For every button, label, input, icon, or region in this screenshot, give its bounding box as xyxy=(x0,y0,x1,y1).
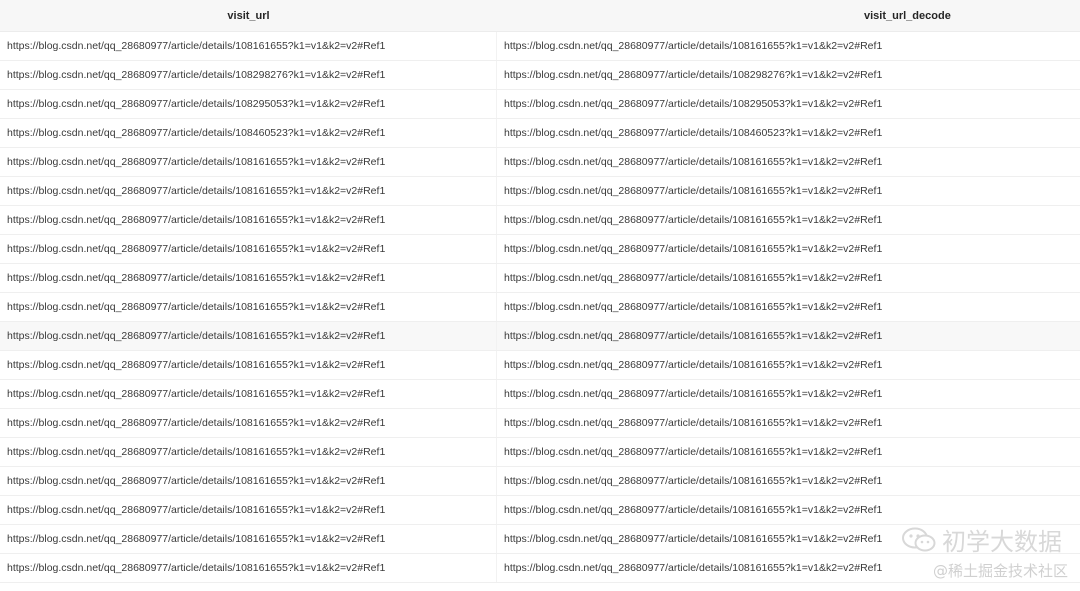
column-header-visit-url-decode[interactable]: visit_url_decode xyxy=(497,0,1080,31)
cell-visit-url-decode[interactable]: https://blog.csdn.net/qq_28680977/articl… xyxy=(497,322,1080,350)
table-row[interactable]: https://blog.csdn.net/qq_28680977/articl… xyxy=(0,32,1080,61)
cell-visit-url[interactable]: https://blog.csdn.net/qq_28680977/articl… xyxy=(0,322,497,350)
cell-visit-url-decode[interactable]: https://blog.csdn.net/qq_28680977/articl… xyxy=(497,525,1080,553)
cell-visit-url-decode[interactable]: https://blog.csdn.net/qq_28680977/articl… xyxy=(497,206,1080,234)
table-row[interactable]: https://blog.csdn.net/qq_28680977/articl… xyxy=(0,525,1080,554)
cell-visit-url-decode[interactable]: https://blog.csdn.net/qq_28680977/articl… xyxy=(497,32,1080,60)
cell-visit-url-decode[interactable]: https://blog.csdn.net/qq_28680977/articl… xyxy=(497,264,1080,292)
cell-visit-url[interactable]: https://blog.csdn.net/qq_28680977/articl… xyxy=(0,438,497,466)
cell-visit-url[interactable]: https://blog.csdn.net/qq_28680977/articl… xyxy=(0,467,497,495)
cell-visit-url-decode[interactable]: https://blog.csdn.net/qq_28680977/articl… xyxy=(497,61,1080,89)
cell-visit-url-decode[interactable]: https://blog.csdn.net/qq_28680977/articl… xyxy=(497,148,1080,176)
table-row[interactable]: https://blog.csdn.net/qq_28680977/articl… xyxy=(0,322,1080,351)
cell-visit-url[interactable]: https://blog.csdn.net/qq_28680977/articl… xyxy=(0,351,497,379)
table-row[interactable]: https://blog.csdn.net/qq_28680977/articl… xyxy=(0,438,1080,467)
table-row[interactable]: https://blog.csdn.net/qq_28680977/articl… xyxy=(0,148,1080,177)
table-row[interactable]: https://blog.csdn.net/qq_28680977/articl… xyxy=(0,380,1080,409)
cell-visit-url[interactable]: https://blog.csdn.net/qq_28680977/articl… xyxy=(0,206,497,234)
table-row[interactable]: https://blog.csdn.net/qq_28680977/articl… xyxy=(0,90,1080,119)
cell-visit-url[interactable]: https://blog.csdn.net/qq_28680977/articl… xyxy=(0,235,497,263)
table-row[interactable]: https://blog.csdn.net/qq_28680977/articl… xyxy=(0,119,1080,148)
cell-visit-url[interactable]: https://blog.csdn.net/qq_28680977/articl… xyxy=(0,409,497,437)
table-row[interactable]: https://blog.csdn.net/qq_28680977/articl… xyxy=(0,177,1080,206)
cell-visit-url[interactable]: https://blog.csdn.net/qq_28680977/articl… xyxy=(0,293,497,321)
table-row[interactable]: https://blog.csdn.net/qq_28680977/articl… xyxy=(0,235,1080,264)
table-row[interactable]: https://blog.csdn.net/qq_28680977/articl… xyxy=(0,61,1080,90)
cell-visit-url-decode[interactable]: https://blog.csdn.net/qq_28680977/articl… xyxy=(497,554,1080,582)
table-header: visit_url visit_url_decode xyxy=(0,0,1080,32)
cell-visit-url[interactable]: https://blog.csdn.net/qq_28680977/articl… xyxy=(0,177,497,205)
table-row[interactable]: https://blog.csdn.net/qq_28680977/articl… xyxy=(0,409,1080,438)
cell-visit-url-decode[interactable]: https://blog.csdn.net/qq_28680977/articl… xyxy=(497,380,1080,408)
cell-visit-url[interactable]: https://blog.csdn.net/qq_28680977/articl… xyxy=(0,496,497,524)
cell-visit-url-decode[interactable]: https://blog.csdn.net/qq_28680977/articl… xyxy=(497,90,1080,118)
data-table: visit_url visit_url_decode https://blog.… xyxy=(0,0,1080,583)
cell-visit-url-decode[interactable]: https://blog.csdn.net/qq_28680977/articl… xyxy=(497,496,1080,524)
cell-visit-url-decode[interactable]: https://blog.csdn.net/qq_28680977/articl… xyxy=(497,438,1080,466)
table-body: https://blog.csdn.net/qq_28680977/articl… xyxy=(0,32,1080,583)
table-row[interactable]: https://blog.csdn.net/qq_28680977/articl… xyxy=(0,496,1080,525)
cell-visit-url[interactable]: https://blog.csdn.net/qq_28680977/articl… xyxy=(0,32,497,60)
cell-visit-url[interactable]: https://blog.csdn.net/qq_28680977/articl… xyxy=(0,554,497,582)
table-row[interactable]: https://blog.csdn.net/qq_28680977/articl… xyxy=(0,351,1080,380)
cell-visit-url-decode[interactable]: https://blog.csdn.net/qq_28680977/articl… xyxy=(497,293,1080,321)
cell-visit-url-decode[interactable]: https://blog.csdn.net/qq_28680977/articl… xyxy=(497,351,1080,379)
table-row[interactable]: https://blog.csdn.net/qq_28680977/articl… xyxy=(0,554,1080,583)
cell-visit-url[interactable]: https://blog.csdn.net/qq_28680977/articl… xyxy=(0,61,497,89)
cell-visit-url-decode[interactable]: https://blog.csdn.net/qq_28680977/articl… xyxy=(497,235,1080,263)
cell-visit-url[interactable]: https://blog.csdn.net/qq_28680977/articl… xyxy=(0,148,497,176)
table-row[interactable]: https://blog.csdn.net/qq_28680977/articl… xyxy=(0,206,1080,235)
cell-visit-url-decode[interactable]: https://blog.csdn.net/qq_28680977/articl… xyxy=(497,177,1080,205)
table-row[interactable]: https://blog.csdn.net/qq_28680977/articl… xyxy=(0,293,1080,322)
column-header-visit-url[interactable]: visit_url xyxy=(0,0,497,31)
cell-visit-url[interactable]: https://blog.csdn.net/qq_28680977/articl… xyxy=(0,90,497,118)
cell-visit-url-decode[interactable]: https://blog.csdn.net/qq_28680977/articl… xyxy=(497,119,1080,147)
table-row[interactable]: https://blog.csdn.net/qq_28680977/articl… xyxy=(0,264,1080,293)
cell-visit-url[interactable]: https://blog.csdn.net/qq_28680977/articl… xyxy=(0,119,497,147)
cell-visit-url[interactable]: https://blog.csdn.net/qq_28680977/articl… xyxy=(0,380,497,408)
cell-visit-url[interactable]: https://blog.csdn.net/qq_28680977/articl… xyxy=(0,525,497,553)
cell-visit-url[interactable]: https://blog.csdn.net/qq_28680977/articl… xyxy=(0,264,497,292)
cell-visit-url-decode[interactable]: https://blog.csdn.net/qq_28680977/articl… xyxy=(497,409,1080,437)
table-row[interactable]: https://blog.csdn.net/qq_28680977/articl… xyxy=(0,467,1080,496)
cell-visit-url-decode[interactable]: https://blog.csdn.net/qq_28680977/articl… xyxy=(497,467,1080,495)
